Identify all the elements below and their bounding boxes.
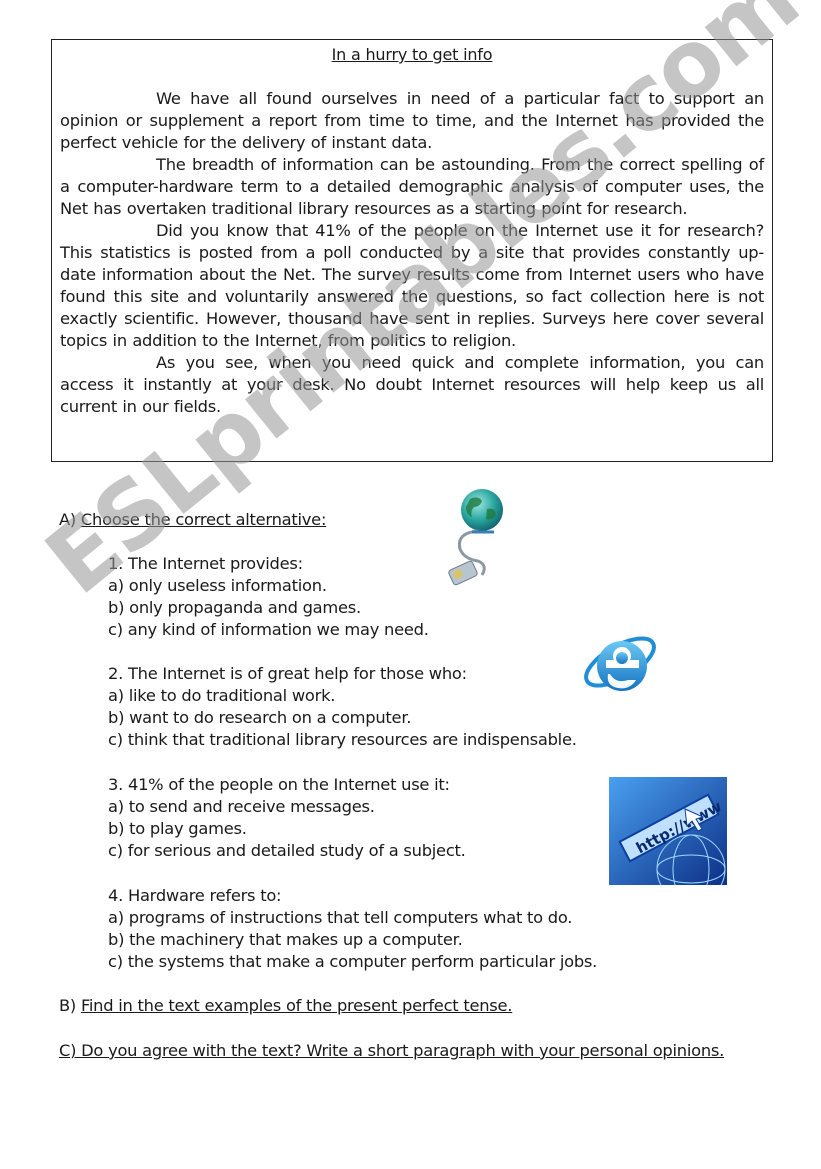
question-stem: 4. Hardware refers to: <box>108 886 282 905</box>
reading-text-box: In a hurry to get info We have all found… <box>51 39 773 462</box>
answer-option: b) want to do research on a computer. <box>108 708 412 727</box>
answer-option: a) only useless information. <box>108 576 327 595</box>
answer-option: b) to play games. <box>108 819 247 838</box>
question-stem: 3. 41% of the people on the Internet use… <box>108 775 450 794</box>
answer-option: c) think that traditional library resour… <box>108 730 577 749</box>
internet-explorer-icon <box>584 636 656 691</box>
globe-network-icon <box>448 489 503 586</box>
reading-paragraph: Did you know that 41% of the people on t… <box>60 221 764 350</box>
question-3: 3. 41% of the people on the Internet use… <box>108 774 466 862</box>
answer-option: a) programs of instructions that tell co… <box>108 908 573 927</box>
question-stem: 2. The Internet is of great help for tho… <box>108 664 467 683</box>
answer-option: b) the machinery that makes up a compute… <box>108 930 463 949</box>
reading-paragraph: As you see, when you need quick and comp… <box>60 353 764 416</box>
answer-option: a) like to do traditional work. <box>108 686 336 705</box>
reading-paragraph: We have all found ourselves in need of a… <box>60 89 764 152</box>
answer-option: a) to send and receive messages. <box>108 797 375 816</box>
answer-option: c) any kind of information we may need. <box>108 620 429 639</box>
question-1: 1. The Internet provides: a) only useles… <box>108 553 429 641</box>
answer-option: c) for serious and detailed study of a s… <box>108 841 466 860</box>
http-www-browser-icon: http://www <box>609 777 727 885</box>
section-a-heading: A) Choose the correct alternative: <box>59 510 327 529</box>
reading-paragraph: The breadth of information can be astoun… <box>60 155 764 218</box>
question-4: 4. Hardware refers to: a) programs of in… <box>108 885 597 973</box>
answer-option: b) only propaganda and games. <box>108 598 361 617</box>
worksheet-page: In a hurry to get info We have all found… <box>0 0 821 1169</box>
reading-title: In a hurry to get info <box>331 45 493 64</box>
question-stem: 1. The Internet provides: <box>108 554 303 573</box>
section-b-instruction: B) Find in the text examples of the pres… <box>59 996 513 1015</box>
answer-option: c) the systems that make a computer perf… <box>108 952 598 971</box>
question-2: 2. The Internet is of great help for tho… <box>108 663 577 751</box>
section-c-instruction: C) Do you agree with the text? Write a s… <box>59 1041 725 1060</box>
